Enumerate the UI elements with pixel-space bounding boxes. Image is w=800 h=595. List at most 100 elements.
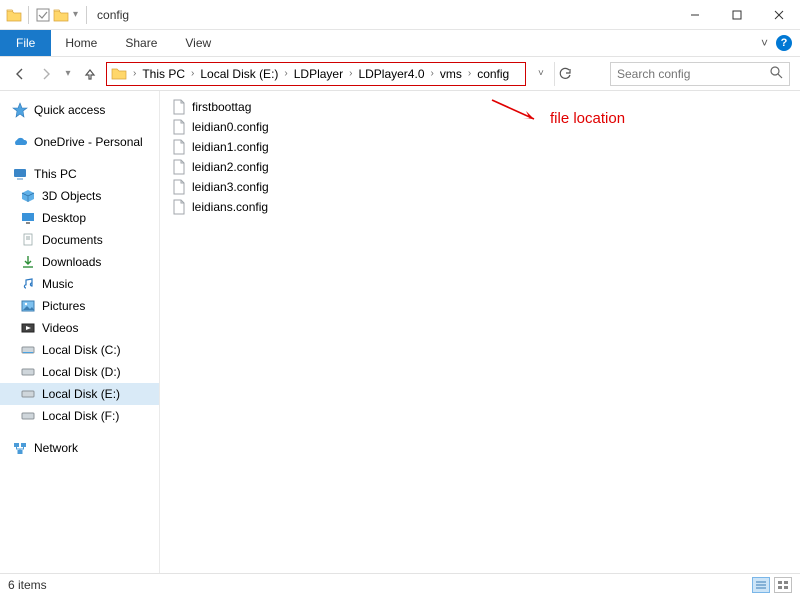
search-icon[interactable] xyxy=(770,66,783,82)
divider xyxy=(86,6,87,24)
nav-row: ▾ › This PC › Local Disk (E:) › LDPlayer… xyxy=(0,57,800,91)
list-item[interactable]: leidian3.config xyxy=(168,177,800,197)
file-name: leidian2.config xyxy=(192,160,269,174)
view-details-button[interactable] xyxy=(752,577,770,593)
documents-icon xyxy=(20,232,36,248)
folder-icon xyxy=(53,8,69,22)
desktop-icon xyxy=(20,210,36,226)
chevron-right-icon[interactable]: › xyxy=(466,68,473,79)
sidebar-item-desktop[interactable]: Desktop xyxy=(0,207,159,229)
cube-icon xyxy=(20,188,36,204)
back-button[interactable] xyxy=(10,64,30,84)
window-title: config xyxy=(97,8,129,22)
folder-icon xyxy=(111,66,127,82)
file-icon xyxy=(172,179,186,195)
address-history-button[interactable]: ˅ xyxy=(538,68,544,79)
breadcrumb-item[interactable]: LDPlayer4.0 xyxy=(358,67,424,81)
tab-view[interactable]: View xyxy=(171,30,225,56)
sidebar-label: Network xyxy=(34,441,78,455)
search-box[interactable] xyxy=(610,62,790,86)
sidebar-label: Local Disk (C:) xyxy=(42,343,121,357)
drive-icon xyxy=(20,342,36,358)
main: Quick access OneDrive - Personal This PC… xyxy=(0,91,800,573)
recent-locations-button[interactable]: ▾ xyxy=(62,64,74,84)
tab-home[interactable]: Home xyxy=(51,30,111,56)
sidebar-this-pc[interactable]: This PC xyxy=(0,163,159,185)
status-bar: 6 items xyxy=(0,573,800,595)
sidebar-label: OneDrive - Personal xyxy=(34,135,143,149)
sidebar-label: Music xyxy=(42,277,73,291)
chevron-down-icon[interactable]: ▾ xyxy=(71,9,80,20)
chevron-right-icon[interactable]: › xyxy=(189,68,196,79)
expand-ribbon-icon[interactable]: ˅ xyxy=(761,36,768,50)
chevron-right-icon[interactable]: › xyxy=(347,68,354,79)
sidebar-item-disk-d[interactable]: Local Disk (D:) xyxy=(0,361,159,383)
folder-icon xyxy=(6,8,22,22)
music-icon xyxy=(20,276,36,292)
star-icon xyxy=(12,102,28,118)
videos-icon xyxy=(20,320,36,336)
forward-button[interactable] xyxy=(36,64,56,84)
sidebar-item-3d-objects[interactable]: 3D Objects xyxy=(0,185,159,207)
pictures-icon xyxy=(20,298,36,314)
sidebar-label: Desktop xyxy=(42,211,86,225)
file-icon xyxy=(172,139,186,155)
sidebar-label: Videos xyxy=(42,321,78,335)
chevron-right-icon[interactable]: › xyxy=(131,68,138,79)
up-button[interactable] xyxy=(80,64,100,84)
minimize-button[interactable] xyxy=(674,0,716,30)
tab-share[interactable]: Share xyxy=(111,30,171,56)
sidebar-item-videos[interactable]: Videos xyxy=(0,317,159,339)
close-button[interactable] xyxy=(758,0,800,30)
list-item[interactable]: firstboottag xyxy=(168,97,800,117)
tab-file[interactable]: File xyxy=(0,30,51,56)
breadcrumb-item[interactable]: This PC xyxy=(142,67,185,81)
search-input[interactable] xyxy=(617,67,757,81)
sidebar-item-documents[interactable]: Documents xyxy=(0,229,159,251)
drive-icon xyxy=(20,408,36,424)
sidebar-network[interactable]: Network xyxy=(0,437,159,459)
view-large-icons-button[interactable] xyxy=(774,577,792,593)
refresh-button[interactable] xyxy=(554,62,576,86)
address-bar[interactable]: › This PC › Local Disk (E:) › LDPlayer ›… xyxy=(106,62,526,86)
list-item[interactable]: leidian2.config xyxy=(168,157,800,177)
breadcrumb-item[interactable]: LDPlayer xyxy=(294,67,343,81)
file-icon xyxy=(172,199,186,215)
breadcrumb-item[interactable]: vms xyxy=(440,67,462,81)
list-item[interactable]: leidians.config xyxy=(168,197,800,217)
file-icon xyxy=(172,99,186,115)
downloads-icon xyxy=(20,254,36,270)
breadcrumb-item[interactable]: config xyxy=(477,67,509,81)
sidebar-label: Quick access xyxy=(34,103,105,117)
sidebar-item-disk-f[interactable]: Local Disk (F:) xyxy=(0,405,159,427)
chevron-right-icon[interactable]: › xyxy=(282,68,289,79)
annotation-text: file location xyxy=(550,110,625,127)
title-bar: ▾ config xyxy=(0,0,800,30)
sidebar: Quick access OneDrive - Personal This PC… xyxy=(0,91,160,573)
sidebar-label: 3D Objects xyxy=(42,189,101,203)
list-item[interactable]: leidian1.config xyxy=(168,137,800,157)
sidebar-item-downloads[interactable]: Downloads xyxy=(0,251,159,273)
maximize-button[interactable] xyxy=(716,0,758,30)
breadcrumb-item[interactable]: Local Disk (E:) xyxy=(200,67,278,81)
quick-access-toolbar: ▾ xyxy=(6,6,91,24)
sidebar-item-disk-e[interactable]: Local Disk (E:) xyxy=(0,383,159,405)
file-list[interactable]: firstboottag leidian0.config leidian1.co… xyxy=(160,91,800,573)
file-name: leidian3.config xyxy=(192,180,269,194)
sidebar-item-disk-c[interactable]: Local Disk (C:) xyxy=(0,339,159,361)
drive-icon xyxy=(20,386,36,402)
list-item[interactable]: leidian0.config xyxy=(168,117,800,137)
help-icon[interactable]: ? xyxy=(776,35,792,51)
sidebar-label: Local Disk (D:) xyxy=(42,365,121,379)
cloud-icon xyxy=(12,134,28,150)
sidebar-item-pictures[interactable]: Pictures xyxy=(0,295,159,317)
sidebar-item-music[interactable]: Music xyxy=(0,273,159,295)
sidebar-label: Downloads xyxy=(42,255,101,269)
file-name: leidian0.config xyxy=(192,120,269,134)
qat-icon[interactable] xyxy=(35,7,51,23)
chevron-right-icon[interactable]: › xyxy=(429,68,436,79)
sidebar-quick-access[interactable]: Quick access xyxy=(0,99,159,121)
drive-icon xyxy=(20,364,36,380)
sidebar-onedrive[interactable]: OneDrive - Personal xyxy=(0,131,159,153)
file-name: leidian1.config xyxy=(192,140,269,154)
